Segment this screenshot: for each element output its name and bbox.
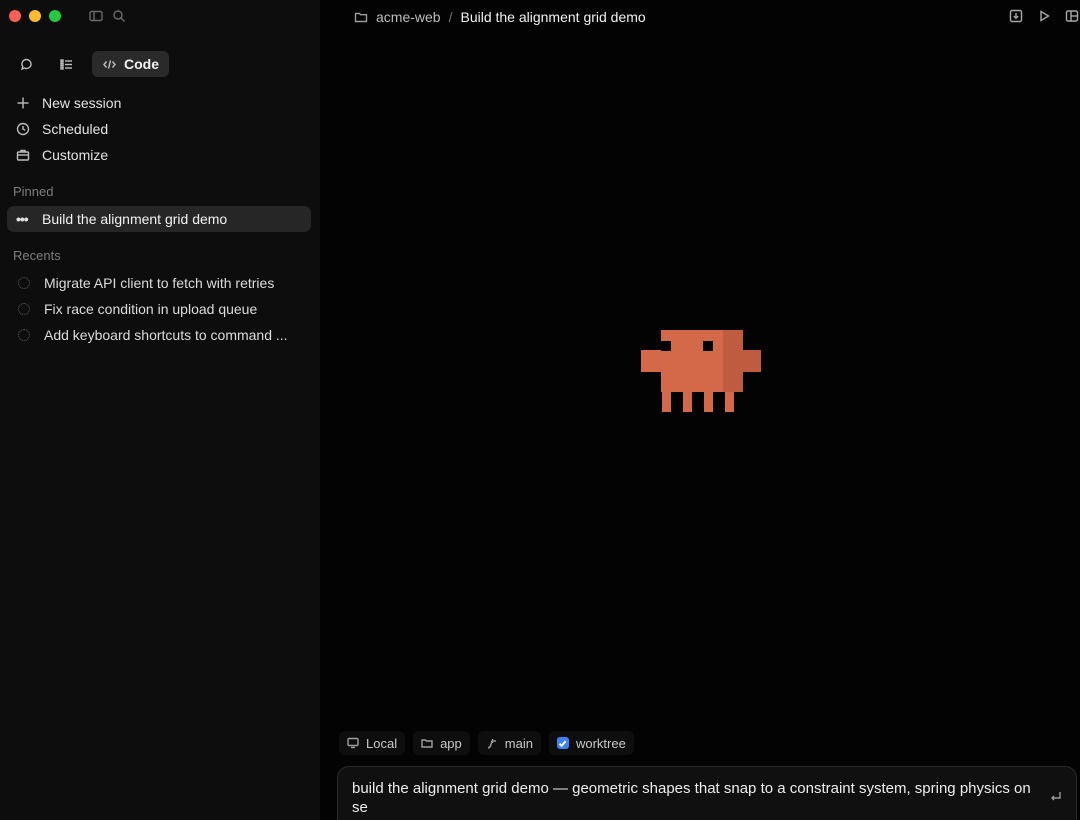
mascot-illustration <box>641 330 761 412</box>
nav-label: Customize <box>42 147 109 163</box>
more-options-icon[interactable]: ••• <box>16 211 32 227</box>
tasks-mode-button[interactable] <box>52 51 80 77</box>
main-panel: acme-web / Build the alignment grid demo <box>320 0 1080 820</box>
sidebar-nav: New session Scheduled Customize <box>8 90 312 168</box>
close-window-button[interactable] <box>9 10 21 22</box>
chip-label: worktree <box>575 735 626 751</box>
checklist-icon <box>59 58 72 70</box>
pinned-heading: Pinned <box>13 184 54 199</box>
pending-status-icon <box>18 277 30 289</box>
new-session-button[interactable]: New session <box>8 90 312 116</box>
pending-status-icon <box>18 303 30 315</box>
branch-icon <box>487 739 496 749</box>
environment-chip[interactable]: Local <box>339 731 406 755</box>
branch-chip[interactable]: main <box>477 731 541 755</box>
session-options: Local app main worktree <box>339 731 634 755</box>
session-label: Add keyboard shortcuts to command ... <box>44 327 288 343</box>
play-icon[interactable] <box>1036 8 1052 24</box>
recent-session-item[interactable]: Fix race condition in upload queue <box>7 296 311 322</box>
code-brackets-icon <box>103 59 116 69</box>
session-label: Build the alignment grid demo <box>42 211 228 227</box>
plus-icon <box>17 97 29 109</box>
recents-heading: Recents <box>13 248 61 263</box>
recent-session-item[interactable]: Migrate API client to fetch with retries <box>7 270 311 296</box>
scheduled-nav-item[interactable]: Scheduled <box>8 116 312 142</box>
monitor-icon <box>347 737 359 749</box>
worktree-toggle[interactable]: worktree <box>548 731 634 755</box>
project-breadcrumb[interactable]: acme-web <box>376 9 441 25</box>
nav-label: New session <box>42 95 122 111</box>
toolbar-right <box>1008 8 1080 24</box>
nav-label: Scheduled <box>42 121 109 137</box>
session-label: Migrate API client to fetch with retries <box>44 275 275 291</box>
session-label: Fix race condition in upload queue <box>44 301 258 317</box>
enter-icon[interactable] <box>1050 789 1062 801</box>
chip-label: Local <box>366 735 398 751</box>
breadcrumb: acme-web / Build the alignment grid demo <box>354 8 646 26</box>
minimize-window-button[interactable] <box>29 10 41 22</box>
sidebar: Code New session Scheduled Customize Pin… <box>0 0 320 820</box>
recent-session-item[interactable]: Add keyboard shortcuts to command ... <box>7 322 311 348</box>
prompt-input[interactable]: build the alignment grid demo — geometri… <box>337 766 1077 820</box>
mode-switcher: Code <box>12 51 169 77</box>
folder-icon <box>354 12 368 23</box>
layout-icon[interactable] <box>1064 8 1080 24</box>
pending-status-icon <box>18 329 30 341</box>
code-mode-button[interactable]: Code <box>92 51 169 77</box>
chat-mode-button[interactable] <box>12 51 40 77</box>
breadcrumb-separator: / <box>448 9 453 25</box>
pinned-session-item[interactable]: ••• Build the alignment grid demo <box>7 206 311 232</box>
checkbox-checked-icon[interactable] <box>556 737 569 749</box>
customize-nav-item[interactable]: Customize <box>8 142 312 168</box>
search-icon[interactable] <box>111 8 127 24</box>
briefcase-icon <box>16 149 30 161</box>
download-icon[interactable] <box>1008 8 1024 24</box>
chip-label: app <box>440 735 462 751</box>
window-controls <box>9 10 61 22</box>
clock-icon <box>16 122 30 136</box>
chip-label: main <box>504 735 533 751</box>
folder-chip[interactable]: app <box>413 731 470 755</box>
session-title[interactable]: Build the alignment grid demo <box>460 9 645 25</box>
maximize-window-button[interactable] <box>49 10 61 22</box>
prompt-text[interactable]: build the alignment grid demo — geometri… <box>352 779 1046 817</box>
sidebar-toggle-icon[interactable] <box>88 8 104 24</box>
folder-icon <box>421 739 433 748</box>
chat-bubble-icon <box>20 58 32 70</box>
code-mode-label: Code <box>124 56 159 72</box>
